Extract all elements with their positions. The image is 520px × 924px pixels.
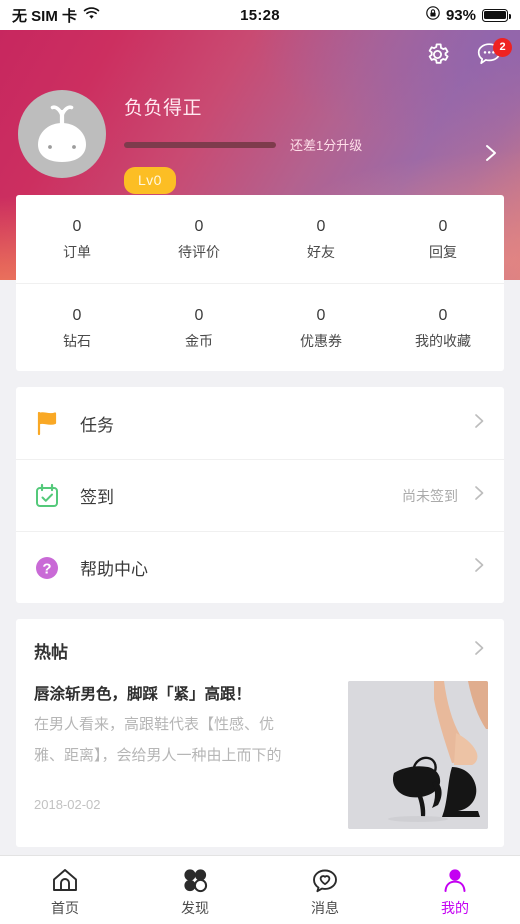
menu-label: 签到	[80, 488, 114, 507]
profile-summary[interactable]: 负负得正 还差1分升级 Lv0	[0, 84, 520, 194]
tab-label: 发现	[181, 899, 209, 916]
level-progress-bar	[124, 141, 276, 148]
rotation-lock-icon	[426, 6, 440, 24]
stat-label: 钻石	[63, 332, 91, 349]
username-label: 负负得正	[124, 98, 203, 119]
status-bar: 无 SIM 卡 15:28 93%	[0, 0, 520, 30]
battery-percent-label: 93%	[445, 6, 476, 24]
stat-value: 0	[72, 218, 82, 235]
stat-label: 回复	[429, 244, 457, 260]
chevron-right-icon	[470, 553, 488, 582]
menu-row-1[interactable]: 任务	[16, 387, 504, 459]
menu-row-3[interactable]: ? 帮助中心	[16, 531, 504, 603]
menu-label: 帮助中心	[80, 560, 148, 579]
tab-label: 消息	[311, 899, 339, 916]
menu-card: 任务 签到 尚未签到? 帮助中心	[16, 387, 504, 603]
settings-button[interactable]	[422, 42, 452, 72]
chevron-right-icon	[470, 409, 488, 438]
hot-post-text: 唇涂斩男色，脚踩「紧」高跟！ 在男人看来，高跟鞋代表【性感、优 雅、距离】，会给…	[34, 681, 334, 829]
question-circle-icon: ?	[36, 556, 58, 579]
calendar-check-icon-wrap	[30, 483, 64, 509]
content-scroll[interactable]: 0 订单 0 待评价 0 好友 0 回复 0 钻石 0 金币 0 优惠券 0 我的收藏 任务签到 尚未签到? 帮助…	[0, 195, 520, 855]
tab-首页[interactable]: 首页	[0, 866, 130, 915]
heart-chat-icon	[313, 869, 337, 892]
hot-post-date: 2018-02-02	[34, 797, 101, 812]
stat-item[interactable]: 0 金币	[138, 284, 260, 371]
upgrade-hint-label: 还差1分升级	[290, 138, 363, 153]
hot-post-section-title: 热帖	[34, 642, 68, 662]
menu-value: 尚未签到	[402, 487, 458, 504]
gear-icon	[424, 41, 451, 73]
stat-label: 优惠券	[300, 332, 342, 349]
stat-label: 待评价	[178, 244, 220, 260]
stat-item[interactable]: 0 订单	[16, 195, 138, 283]
flag-icon	[37, 411, 57, 436]
battery-icon	[482, 8, 511, 22]
profile-detail-chevron[interactable]	[480, 138, 506, 173]
stat-label: 金币	[185, 332, 213, 349]
menu-row-2[interactable]: 签到 尚未签到	[16, 459, 504, 531]
stat-item[interactable]: 0 优惠券	[260, 284, 382, 371]
avatar[interactable]	[18, 90, 106, 178]
profile-info: 负负得正 还差1分升级 Lv0	[106, 90, 480, 194]
stat-item[interactable]: 0 好友	[260, 195, 382, 283]
hot-post-header[interactable]: 热帖	[16, 619, 504, 681]
hot-post-thumbnail[interactable]	[348, 681, 488, 829]
stat-value: 0	[72, 306, 82, 324]
app-screen: 无 SIM 卡 15:28 93% 2 负负得正 还差1分升级 Lv0 0 订单…	[0, 0, 520, 924]
stat-item[interactable]: 0 待评价	[138, 195, 260, 283]
chevron-right-icon	[486, 144, 496, 161]
tab-消息[interactable]: 消息	[260, 866, 390, 915]
stat-label: 订单	[63, 244, 91, 260]
stat-value: 0	[438, 218, 448, 235]
stat-item[interactable]: 0 回复	[382, 195, 504, 283]
hot-post-card: 热帖 唇涂斩男色，脚踩「紧」高跟！ 在男人看来，高跟鞋代表【性感、优 雅、距离】…	[16, 619, 504, 847]
messages-button[interactable]: 2	[474, 38, 512, 72]
stats-row: 0 钻石 0 金币 0 优惠券 0 我的收藏	[16, 283, 504, 371]
bottom-tab-bar: 首页 发现 消息 我的	[0, 855, 520, 924]
stats-card: 0 订单 0 待评价 0 好友 0 回复 0 钻石 0 金币 0 优惠券 0 我的收藏	[16, 195, 504, 371]
flag-icon-wrap	[30, 410, 64, 436]
level-progress-row: 还差1分升级	[124, 135, 480, 154]
chevron-right-icon	[470, 481, 488, 510]
message-badge: 2	[493, 38, 512, 57]
home-icon	[53, 868, 77, 891]
stat-item[interactable]: 0 钻石	[16, 284, 138, 371]
menu-label: 任务	[80, 415, 114, 435]
status-bar-right: 93%	[426, 6, 511, 24]
hot-post-bottom-spacer	[16, 829, 504, 847]
default-avatar-icon	[38, 105, 86, 162]
high-heels-photo	[348, 681, 488, 829]
person-icon	[444, 868, 466, 892]
stat-value: 0	[316, 218, 326, 235]
tab-label: 我的	[441, 899, 469, 916]
calendar-check-icon	[36, 483, 58, 507]
stat-item[interactable]: 0 我的收藏	[382, 284, 504, 371]
level-badge: Lv0	[124, 167, 176, 194]
stat-value: 0	[194, 218, 204, 235]
tab-我的[interactable]: 我的	[390, 866, 520, 915]
stat-value: 0	[438, 306, 448, 324]
svg-text:?: ?	[42, 560, 51, 577]
stat-value: 0	[194, 306, 204, 324]
hot-post-excerpt-line-2: 雅、距离】，会给男人一种由上而下的	[34, 747, 282, 764]
stats-row: 0 订单 0 待评价 0 好友 0 回复	[16, 195, 504, 283]
hot-post-title: 唇涂斩男色，脚踩「紧」高跟！	[34, 686, 252, 703]
chevron-right-icon	[470, 636, 488, 665]
hot-post-excerpt-line-1: 在男人看来，高跟鞋代表【性感、优	[34, 716, 275, 733]
question-circle-icon-wrap: ?	[30, 555, 64, 581]
stat-label: 好友	[307, 244, 335, 260]
stat-value: 0	[316, 306, 326, 324]
stat-label: 我的收藏	[415, 332, 471, 349]
header-actions: 2	[0, 30, 520, 84]
tab-发现[interactable]: 发现	[130, 866, 260, 915]
clover-discover-icon	[184, 868, 208, 892]
hot-post-item[interactable]: 唇涂斩男色，脚踩「紧」高跟！ 在男人看来，高跟鞋代表【性感、优 雅、距离】，会给…	[16, 681, 504, 829]
tab-label: 首页	[51, 899, 79, 916]
